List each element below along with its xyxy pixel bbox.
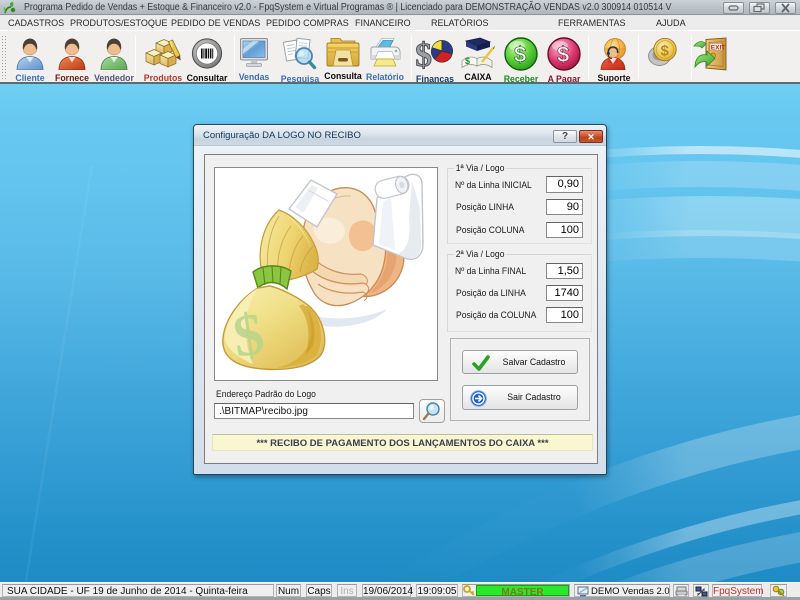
svg-text:$: $ (557, 42, 569, 67)
svg-text:EXIT: EXIT (710, 45, 724, 52)
svg-text:$: $ (514, 42, 526, 67)
svg-text:$: $ (660, 43, 669, 60)
svg-text:$: $ (465, 56, 470, 66)
svg-text:$: $ (416, 37, 432, 71)
